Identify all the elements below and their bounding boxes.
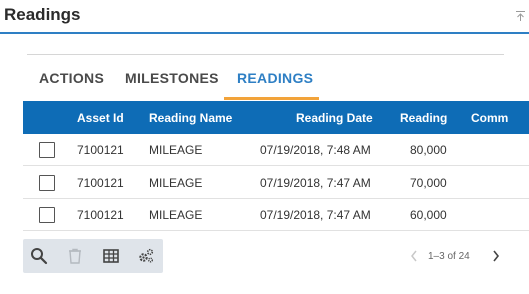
tab-readings[interactable]: READINGS: [237, 70, 313, 100]
column-header-asset-id[interactable]: Asset Id: [77, 111, 124, 125]
cell-reading-name: MILEAGE: [149, 143, 203, 157]
cell-reading-date: 07/19/2018, 7:48 AM: [260, 143, 371, 157]
settings-icon[interactable]: [137, 247, 155, 265]
table-row[interactable]: 7100121 MILEAGE 07/19/2018, 7:47 AM 60,0…: [23, 199, 529, 231]
tab-milestones[interactable]: MILESTONES: [125, 70, 219, 100]
row-checkbox[interactable]: [39, 207, 55, 223]
previous-page-icon[interactable]: [409, 249, 419, 263]
cell-asset-id: 7100121: [77, 208, 124, 222]
readings-table: Asset Id Reading Name Reading Date Readi…: [23, 101, 529, 231]
cell-reading-date: 07/19/2018, 7:47 AM: [260, 176, 371, 190]
divider: [27, 54, 504, 55]
table-row[interactable]: 7100121 MILEAGE 07/19/2018, 7:47 AM 70,0…: [23, 167, 529, 199]
delete-icon[interactable]: [66, 247, 84, 265]
table-row[interactable]: 7100121 MILEAGE 07/19/2018, 7:48 AM 80,0…: [23, 134, 529, 166]
table-toolbar: [23, 239, 163, 273]
page-range: 1–3 of 24: [428, 251, 470, 262]
table-icon[interactable]: [102, 247, 120, 265]
row-checkbox[interactable]: [39, 175, 55, 191]
cell-reading: 60,000: [410, 208, 447, 222]
cell-reading-date: 07/19/2018, 7:47 AM: [260, 208, 371, 222]
next-page-icon[interactable]: [491, 249, 501, 263]
cell-asset-id: 7100121: [77, 176, 124, 190]
table-header: Asset Id Reading Name Reading Date Readi…: [23, 101, 529, 134]
tab-actions[interactable]: ACTIONS: [39, 70, 104, 100]
column-header-reading-date[interactable]: Reading Date: [296, 111, 373, 125]
collapse-icon[interactable]: [515, 10, 526, 22]
panel-header: Readings: [0, 0, 529, 34]
row-checkbox[interactable]: [39, 142, 55, 158]
column-header-reading-name[interactable]: Reading Name: [149, 111, 232, 125]
cell-reading: 70,000: [410, 176, 447, 190]
search-icon[interactable]: [30, 247, 48, 265]
page-title: Readings: [4, 5, 81, 24]
column-header-reading[interactable]: Reading: [400, 111, 447, 125]
active-tab-indicator: [224, 97, 319, 100]
cell-reading-name: MILEAGE: [149, 208, 203, 222]
cell-reading-name: MILEAGE: [149, 176, 203, 190]
column-header-comments[interactable]: Comm: [471, 111, 508, 125]
cell-reading: 80,000: [410, 143, 447, 157]
cell-asset-id: 7100121: [77, 143, 124, 157]
pagination: 1–3 of 24: [409, 249, 501, 265]
